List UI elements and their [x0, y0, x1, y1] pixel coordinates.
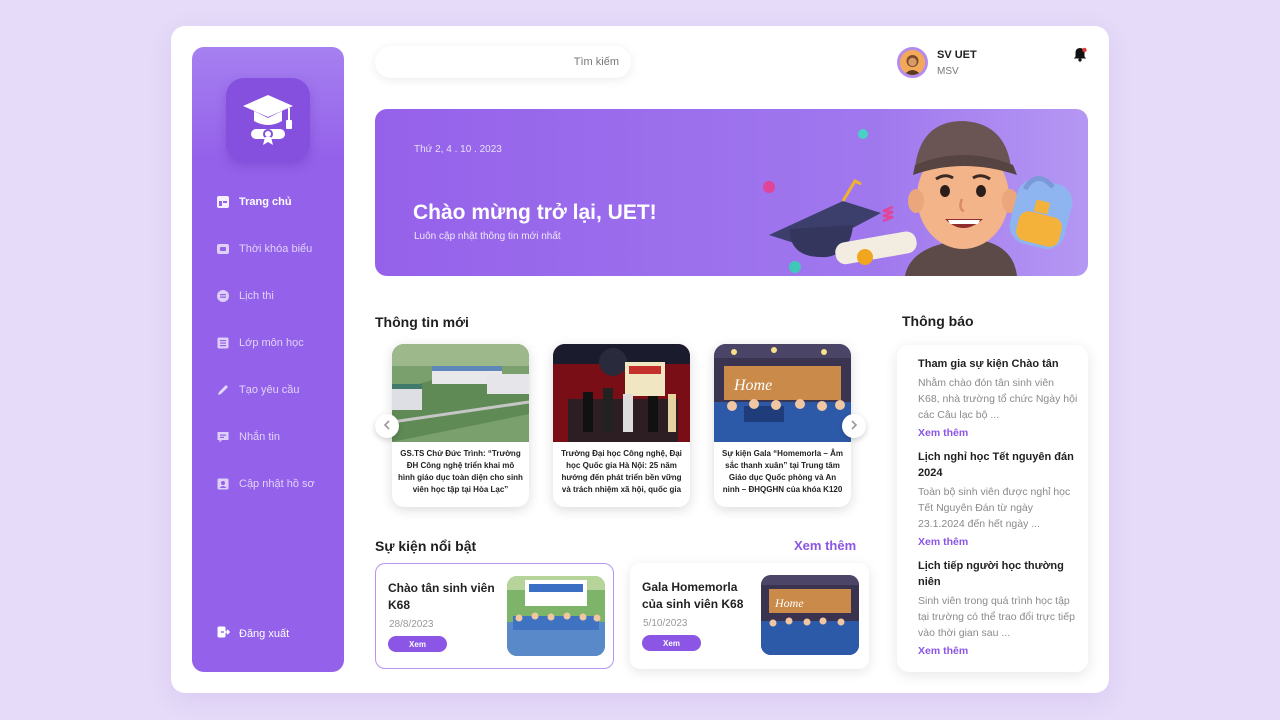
announcement-desc: Nhằm chào đón tân sinh viên K68, nhà trư…	[918, 377, 1078, 421]
announcement-item: Lịch tiếp người học thường niên Sinh viê…	[918, 558, 1078, 659]
news-text: Sự kiện Gala “Homemorla – Âm sắc thanh x…	[722, 449, 843, 494]
event-image	[507, 576, 605, 656]
sidebar-item-exams[interactable]: Lịch thi	[216, 286, 336, 306]
news-card[interactable]: Home Sự kiện Gala “Homemorla – Âm sắc th…	[714, 344, 851, 507]
sidebar-item-home[interactable]: Trang chủ	[216, 192, 336, 212]
event-date: 5/10/2023	[643, 618, 688, 629]
sidebar-item-messages[interactable]: Nhắn tin	[216, 427, 336, 447]
app-window: Trang chủ Thời khóa biểu Lịch thi Lớp mô…	[171, 26, 1109, 693]
news-section-title: Thông tin mới	[375, 314, 469, 330]
sidebar-item-create-request[interactable]: Tạo yêu cầu	[216, 380, 336, 400]
news-image	[553, 344, 690, 442]
chat-icon	[216, 430, 230, 444]
sidebar-item-label: Lịch thi	[239, 290, 274, 302]
announcement-desc: Toàn bộ sinh viên được nghỉ học Tết Nguy…	[918, 486, 1071, 530]
announcement-title[interactable]: Lịch tiếp người học thường niên	[918, 558, 1078, 590]
carousel-next-button[interactable]	[842, 414, 866, 438]
profile-icon	[216, 477, 230, 491]
announcement-item: Lịch nghỉ học Tết nguyên đán 2024 Toàn b…	[918, 449, 1078, 550]
announcement-see-more-link[interactable]: Xem thêm	[918, 645, 968, 657]
user-name: SV UET	[937, 48, 977, 61]
sidebar-item-label: Tạo yêu cầu	[239, 384, 300, 396]
chevron-right-icon	[850, 417, 858, 435]
sidebar-item-label: Cập nhật hồ sơ	[239, 478, 315, 490]
app-logo[interactable]	[226, 78, 310, 162]
logout-label: Đăng xuất	[239, 627, 290, 640]
event-view-button[interactable]: Xem	[388, 636, 447, 652]
announcement-see-more-link[interactable]: Xem thêm	[918, 427, 968, 439]
notification-bell-icon[interactable]	[1073, 47, 1087, 67]
welcome-banner: Thứ 2, 4 . 10 . 2023 Chào mừng trở lại, …	[375, 109, 1088, 276]
sidebar-item-profile[interactable]: Cập nhật hồ sơ	[216, 474, 336, 494]
pen-icon	[216, 383, 230, 397]
announcement-desc: Sinh viên trong quá trình học tập tại tr…	[918, 595, 1075, 639]
announcements-panel: Tham gia sự kiện Chào tân Nhằm chào đón …	[897, 345, 1088, 672]
search-input[interactable]	[375, 46, 631, 78]
sidebar-item-classes[interactable]: Lớp môn học	[216, 333, 336, 353]
sidebar-item-label: Trang chủ	[239, 196, 292, 208]
avatar	[897, 47, 928, 78]
carousel-prev-button[interactable]	[375, 414, 399, 438]
event-title: Gala Homemorla của sinh viên K68	[642, 580, 744, 611]
home-icon	[216, 195, 230, 209]
news-card[interactable]: Trường Đại học Công nghệ, Đại học Quốc g…	[553, 344, 690, 507]
banner-title: Chào mừng trở lại, UET!	[413, 201, 657, 224]
user-profile[interactable]: SV UET MSV	[897, 47, 977, 78]
banner-subtitle: Luôn cập nhật thông tin mới nhất	[414, 231, 561, 242]
event-date: 28/8/2023	[389, 619, 434, 630]
news-text: Trường Đại học Công nghệ, Đại học Quốc g…	[561, 449, 682, 494]
news-card[interactable]: GS.TS Chử Đức Trình: “Trường ĐH Công ngh…	[392, 344, 529, 507]
events-section-title: Sự kiện nổi bật	[375, 538, 477, 554]
class-icon	[216, 336, 230, 350]
chevron-left-icon	[383, 417, 391, 435]
news-image: Home	[714, 344, 851, 442]
announcements-section-title: Thông báo	[902, 313, 974, 329]
announcement-title[interactable]: Lịch nghỉ học Tết nguyên đán 2024	[918, 449, 1078, 481]
logout-button[interactable]: Đăng xuất	[216, 625, 289, 642]
student-illustration	[755, 109, 1088, 276]
sidebar-item-label: Lớp môn học	[239, 337, 304, 349]
graduation-cap-icon	[239, 91, 297, 150]
announcement-item: Tham gia sự kiện Chào tân Nhằm chào đón …	[918, 356, 1078, 441]
event-card[interactable]: Gala Homemorla của sinh viên K68 5/10/20…	[630, 563, 869, 669]
search-bar	[375, 46, 631, 78]
news-image	[392, 344, 529, 442]
exam-icon	[216, 289, 230, 303]
announcement-see-more-link[interactable]: Xem thêm	[918, 536, 968, 548]
news-carousel: GS.TS Chử Đức Trình: “Trường ĐH Công ngh…	[375, 344, 866, 510]
sidebar-item-label: Thời khóa biểu	[239, 243, 313, 255]
events-see-more-link[interactable]: Xem thêm	[794, 538, 856, 553]
svg-text:Home: Home	[733, 377, 772, 394]
event-image: Home	[761, 575, 859, 655]
sidebar-item-schedule[interactable]: Thời khóa biểu	[216, 239, 336, 259]
banner-date: Thứ 2, 4 . 10 . 2023	[414, 144, 502, 155]
logout-icon	[216, 625, 231, 642]
announcement-title[interactable]: Tham gia sự kiện Chào tân	[918, 356, 1078, 372]
sidebar-item-label: Nhắn tin	[239, 431, 280, 443]
news-text: GS.TS Chử Đức Trình: “Trường ĐH Công ngh…	[398, 449, 523, 494]
sidebar: Trang chủ Thời khóa biểu Lịch thi Lớp mô…	[192, 47, 344, 672]
event-card[interactable]: Chào tân sinh viên K68 28/8/2023 Xem	[375, 563, 614, 669]
user-id: MSV	[937, 65, 959, 77]
schedule-icon	[216, 242, 230, 256]
event-title: Chào tân sinh viên K68	[388, 581, 495, 612]
svg-text:Home: Home	[774, 596, 804, 610]
event-view-button[interactable]: Xem	[642, 635, 701, 651]
